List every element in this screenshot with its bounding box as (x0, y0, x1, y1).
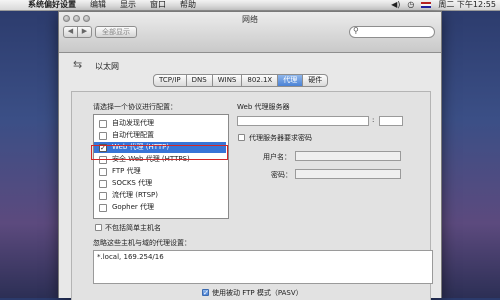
window-toolbar: 网络 ◀ ▶ 全部显示 ⚲ (59, 12, 441, 53)
tab-proxy[interactable]: 代理 (278, 74, 304, 87)
menu-bar: 系统偏好设置 编辑 显示 窗口 帮助 ◀︎) ◷ 周二 下午12:55 (0, 0, 500, 11)
input-source-flag-icon[interactable] (421, 2, 432, 8)
passive-ftp-checkbox[interactable]: ✓ (202, 289, 209, 297)
menu-help[interactable]: 帮助 (180, 0, 196, 10)
menu-view[interactable]: 显示 (120, 0, 136, 10)
search-icon: ⚲ (353, 26, 359, 35)
bypass-hosts-label: 忽略这些主机与域的代理设置： (93, 239, 191, 247)
protocol-list[interactable]: 自动发现代理 自动代理配置 ✓ Web 代理 (HTTP) 安全 Web 代理 … (93, 114, 229, 219)
proxy-port-field[interactable] (379, 116, 403, 126)
password-label: 密码： (271, 171, 292, 179)
volume-icon[interactable]: ◀︎) (391, 0, 400, 10)
protocol-item[interactable]: SOCKS 代理 (94, 178, 226, 189)
protocol-select-label: 请选择一个协议进行配置： (93, 103, 177, 111)
settings-tabs: TCP/IP DNS WINS 802.1X 代理 硬件 (153, 74, 329, 87)
network-service-name: 以太网 (95, 62, 119, 71)
protocol-label: Gopher 代理 (112, 203, 154, 211)
exclude-simple-hostnames-label: 不包括简单主机名 (105, 224, 161, 232)
protocol-checkbox[interactable] (99, 204, 107, 212)
protocol-checkbox[interactable] (99, 168, 107, 176)
password-required-checkbox[interactable] (238, 134, 245, 141)
menu-extras: ◀︎) ◷ 周二 下午12:55 (391, 0, 496, 10)
time-machine-icon[interactable]: ◷ (407, 0, 414, 10)
show-all-button[interactable]: 全部显示 (95, 26, 137, 38)
protocol-label: 自动发现代理 (112, 119, 154, 127)
protocol-item[interactable]: FTP 代理 (94, 166, 226, 177)
protocol-item[interactable]: 流代理 (RTSP) (94, 190, 226, 201)
search-field[interactable]: ⚲ (349, 26, 435, 38)
port-separator: : (372, 116, 375, 124)
tab-wins[interactable]: WINS (212, 74, 243, 87)
protocol-checkbox[interactable] (99, 132, 107, 140)
username-label: 用户名： (263, 153, 291, 161)
proxy-server-field[interactable] (237, 116, 369, 126)
protocol-item[interactable]: 自动发现代理 (94, 118, 226, 129)
password-required-label: 代理服务器要求密码 (249, 134, 312, 142)
protocol-checkbox[interactable] (99, 180, 107, 188)
protocol-item[interactable]: Gopher 代理 (94, 202, 226, 213)
window-title: 网络 (242, 15, 258, 24)
exclude-simple-hostnames-checkbox[interactable] (95, 224, 102, 231)
tab-8021x[interactable]: 802.1X (242, 74, 279, 87)
network-window: 网络 ◀ ▶ 全部显示 ⚲ ⇆ 以太网 TCP/IP DNS WINS 802.… (58, 11, 442, 300)
highlight-annotation-box (91, 145, 228, 160)
forward-button[interactable]: ▶ (78, 26, 92, 38)
username-field[interactable] (295, 151, 401, 161)
back-button[interactable]: ◀ (63, 26, 78, 38)
protocol-label: SOCKS 代理 (112, 179, 153, 187)
protocol-item[interactable]: 自动代理配置 (94, 130, 226, 141)
tab-hardware[interactable]: 硬件 (303, 74, 329, 87)
password-field[interactable] (295, 169, 401, 179)
tab-dns[interactable]: DNS (186, 74, 213, 87)
bypass-hosts-value: *.local, 169.254/16 (97, 253, 164, 261)
protocol-label: 自动代理配置 (112, 131, 154, 139)
passive-ftp-label: 使用被动 FTP 模式（PASV） (212, 289, 303, 297)
protocol-label: 流代理 (RTSP) (112, 191, 158, 199)
protocol-checkbox[interactable] (99, 192, 107, 200)
protocol-label: FTP 代理 (112, 167, 141, 175)
history-navigation: ◀ ▶ (63, 26, 92, 38)
back-arrows-icon[interactable]: ⇆ (73, 58, 82, 71)
menu-window[interactable]: 窗口 (150, 0, 166, 10)
menu-clock[interactable]: 周二 下午12:55 (438, 0, 496, 10)
tab-tcpip[interactable]: TCP/IP (153, 74, 187, 87)
menu-app-name[interactable]: 系统偏好设置 (28, 0, 76, 10)
protocol-checkbox[interactable] (99, 120, 107, 128)
web-proxy-server-label: Web 代理服务器 (237, 103, 290, 111)
bypass-hosts-textarea[interactable]: *.local, 169.254/16 (93, 250, 433, 284)
menu-edit[interactable]: 编辑 (90, 0, 106, 10)
